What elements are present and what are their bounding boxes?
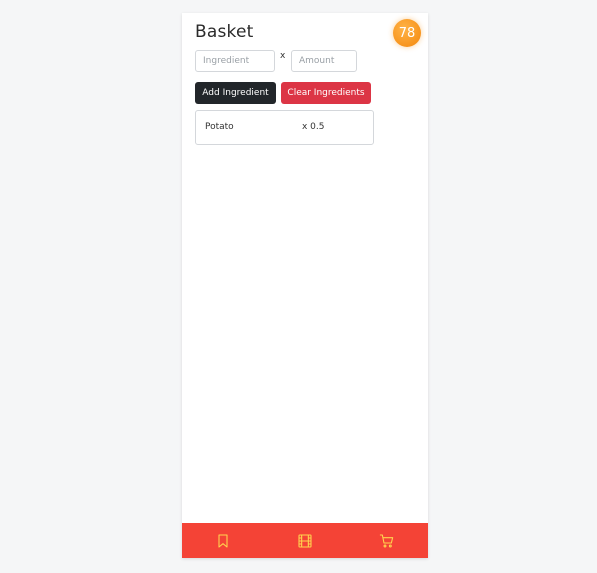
page-title: Basket [195,22,254,42]
cart-icon [379,533,394,547]
add-ingredient-button[interactable]: Add Ingredient [195,82,276,104]
nav-films[interactable] [285,523,325,558]
bottom-nav [182,523,428,558]
ingredient-input[interactable] [195,50,275,72]
ingredient-amount: x 0.5 [302,122,325,132]
clear-ingredients-button[interactable]: Clear Ingredients [281,82,371,104]
nav-cart[interactable] [367,523,407,558]
count-badge: 78 [393,19,421,47]
ingredient-list: Potato x 0.5 [195,110,374,145]
ingredient-name: Potato [205,122,234,132]
amount-input[interactable] [291,50,357,72]
times-separator: x [280,51,286,61]
app-screen: Basket 78 x Add Ingredient Clear Ingredi… [182,13,428,558]
film-icon [298,533,312,548]
nav-bookmarks[interactable] [203,523,243,558]
bookmark-icon [218,533,228,548]
